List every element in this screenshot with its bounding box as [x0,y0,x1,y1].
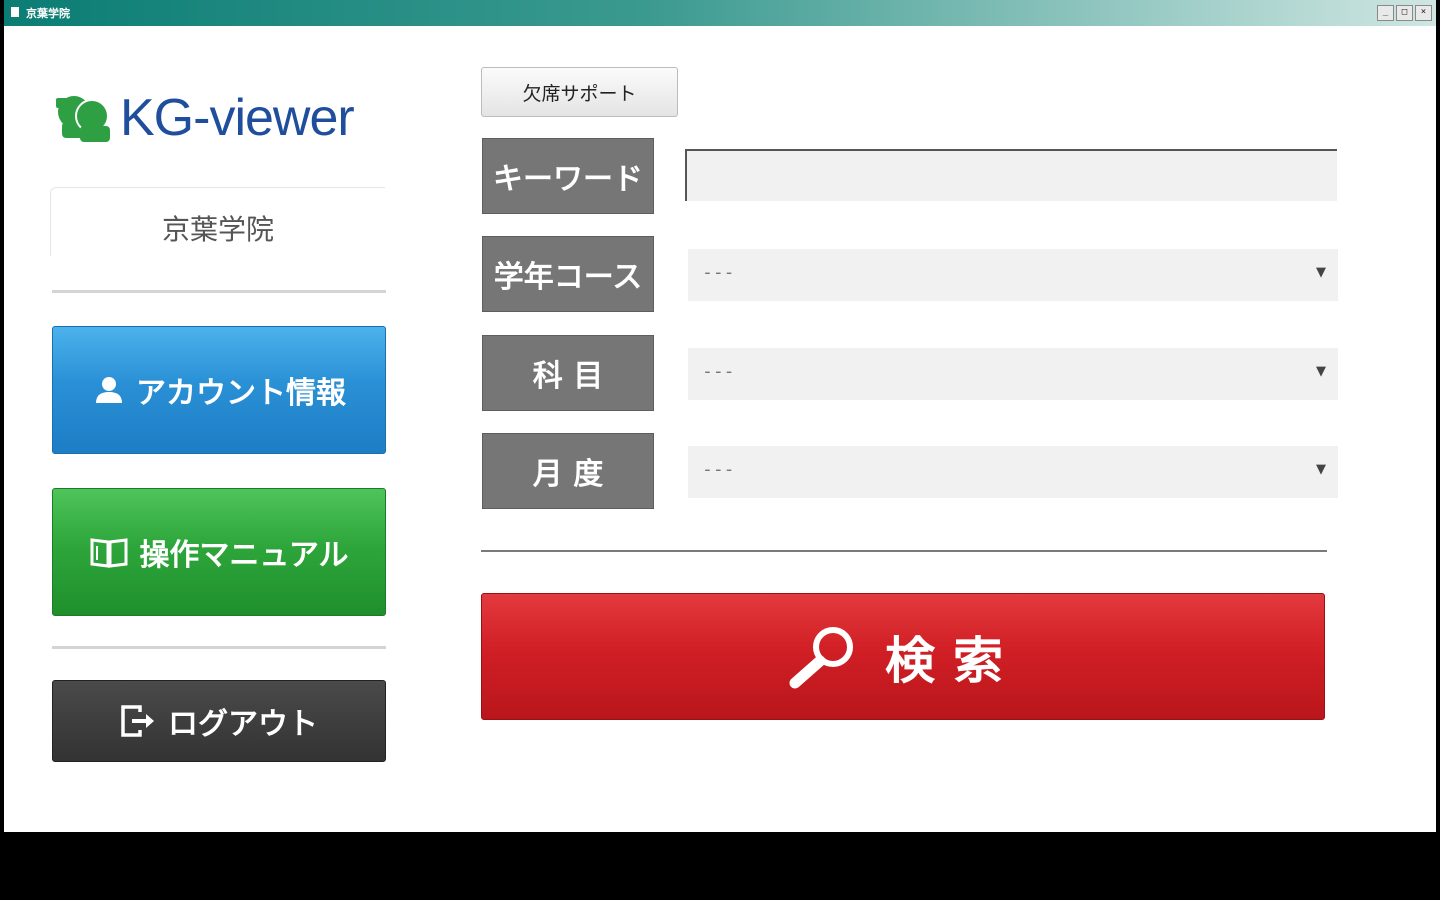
month-label: 月 度 [482,433,654,509]
account-info-label: アカウント情報 [136,376,346,411]
dropdown-arrow-icon: ▼ [1316,265,1326,280]
kg-viewer-logo: KG-viewer [52,88,355,148]
form-divider [481,550,1327,552]
manual-label: 操作マニュアル [139,538,349,573]
user-icon [96,377,122,403]
divider [52,290,386,293]
logout-icon [121,705,154,737]
grade-course-select[interactable]: --- ▼ [688,249,1338,301]
minimize-button[interactable]: _ [1377,5,1394,21]
logout-label: ログアウト [168,707,318,742]
grade-course-label: 学年コース [482,236,654,312]
subject-select[interactable]: --- ▼ [688,348,1338,400]
logout-button[interactable]: ログアウト [52,680,386,762]
window-title: 京葉学院 [26,7,70,20]
search-label: 検索 [885,631,1021,690]
window-controls: _ □ × [1377,5,1432,21]
divider [52,646,386,649]
app-window: 京葉学院 _ □ × KG-viewer 京葉学院 アカウント情報 操作マニュア… [4,0,1436,832]
month-value: --- [702,459,735,480]
book-icon [90,538,128,568]
manual-button[interactable]: 操作マニュアル [52,488,386,616]
logo-heads-icon [56,96,110,142]
school-name-box: 京葉学院 [50,187,385,256]
keyword-label: キーワード [482,138,654,214]
grade-course-value: --- [702,262,735,283]
subject-value: --- [702,361,735,382]
absence-support-button[interactable]: 欠席サポート [481,67,678,117]
dropdown-arrow-icon: ▼ [1316,462,1326,477]
account-info-button[interactable]: アカウント情報 [52,326,386,454]
search-button[interactable]: 検索 [481,593,1325,720]
title-bar: 京葉学院 _ □ × [4,0,1436,26]
dropdown-arrow-icon: ▼ [1316,364,1326,379]
school-name: 京葉学院 [161,213,274,246]
month-select[interactable]: --- ▼ [688,446,1338,498]
subject-label: 科 目 [482,335,654,411]
app-icon [11,7,19,17]
maximize-button[interactable]: □ [1396,5,1413,21]
magnifier-icon [789,626,853,688]
logo-text: KG-viewer [120,89,355,147]
close-button[interactable]: × [1415,5,1432,21]
keyword-input[interactable] [685,149,1337,201]
